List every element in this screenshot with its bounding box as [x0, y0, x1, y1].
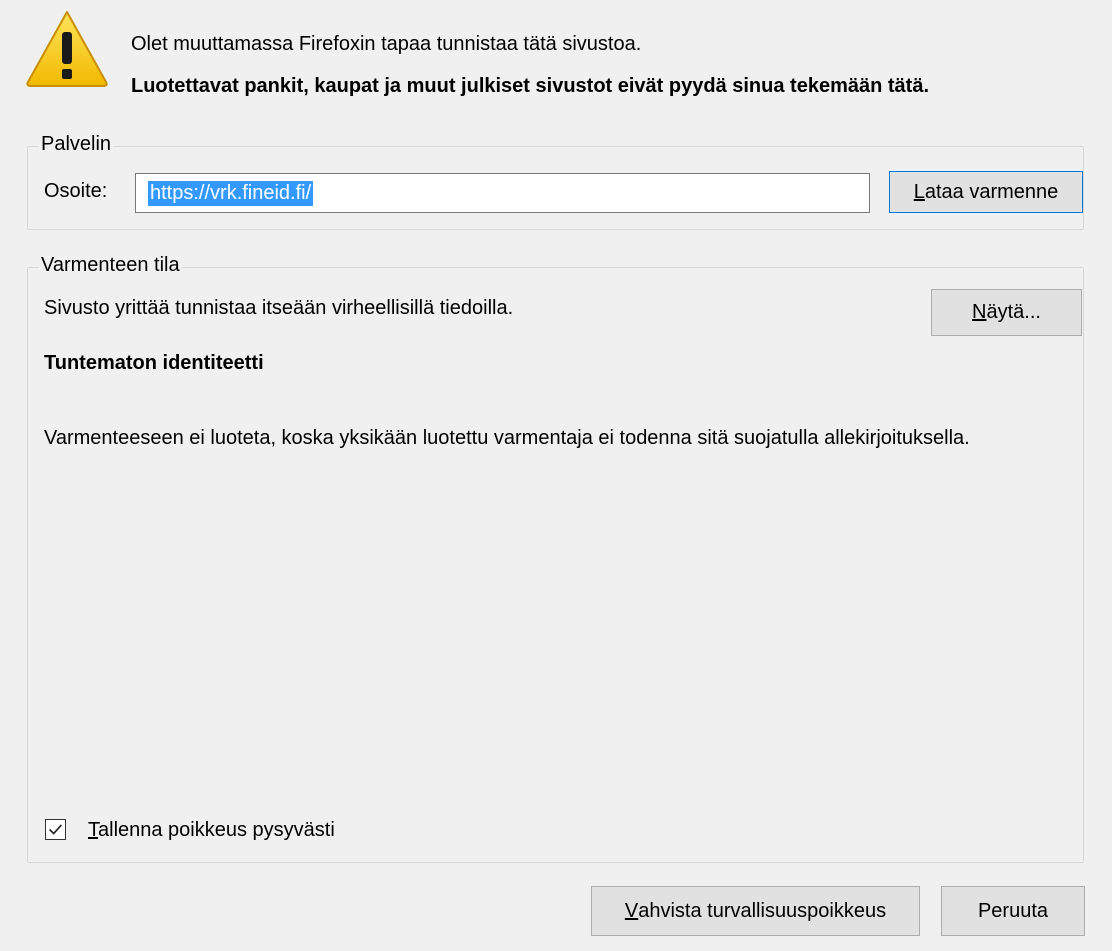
show-certificate-button[interactable]: Näytä... [931, 289, 1082, 336]
status-message: Sivusto yrittää tunnistaa itseään virhee… [44, 297, 514, 319]
load-certificate-label: ataa varmenne [924, 180, 1059, 203]
address-label: Osoite: [44, 180, 108, 202]
intro-message: Olet muuttamassa Firefoxin tapaa tunnist… [131, 33, 642, 55]
address-value: https://vrk.fineid.fi/ [148, 181, 314, 206]
save-exception-label[interactable]: Tallenna poikkeus pysyvästi [88, 819, 335, 842]
intro-warning: Luotettavat pankit, kaupat ja muut julki… [131, 75, 929, 97]
load-certificate-button[interactable]: Lataa varmenne [889, 171, 1083, 213]
load-certificate-accel: L [913, 180, 925, 203]
cancel-button[interactable]: Peruuta [941, 886, 1085, 936]
server-group-legend: Palvelin [39, 133, 114, 156]
confirm-exception-button[interactable]: Vahvista turvallisuuspoikkeus [591, 886, 920, 936]
confirm-exception-label: ahvista turvallisuuspoikkeus [638, 899, 887, 922]
show-certificate-label: äytä... [986, 301, 1041, 323]
warning-icon [26, 11, 108, 87]
show-certificate-accel: N [972, 301, 987, 323]
cancel-label: Peruuta [977, 899, 1049, 922]
identity-description: Varmenteeseen ei luoteta, koska yksikään… [44, 427, 970, 449]
address-input[interactable]: https://vrk.fineid.fi/ [135, 173, 870, 213]
certificate-status-legend: Varmenteen tila [39, 254, 182, 277]
identity-heading: Tuntematon identiteetti [44, 352, 264, 374]
confirm-exception-accel: V [624, 899, 639, 922]
save-exception-checkbox[interactable] [45, 819, 66, 840]
checkmark-icon [49, 824, 62, 835]
add-security-exception-dialog: Olet muuttamassa Firefoxin tapaa tunnist… [0, 0, 1112, 951]
save-exception-accel: T [88, 819, 98, 841]
save-exception-text: allenna poikkeus pysyvästi [98, 819, 335, 841]
